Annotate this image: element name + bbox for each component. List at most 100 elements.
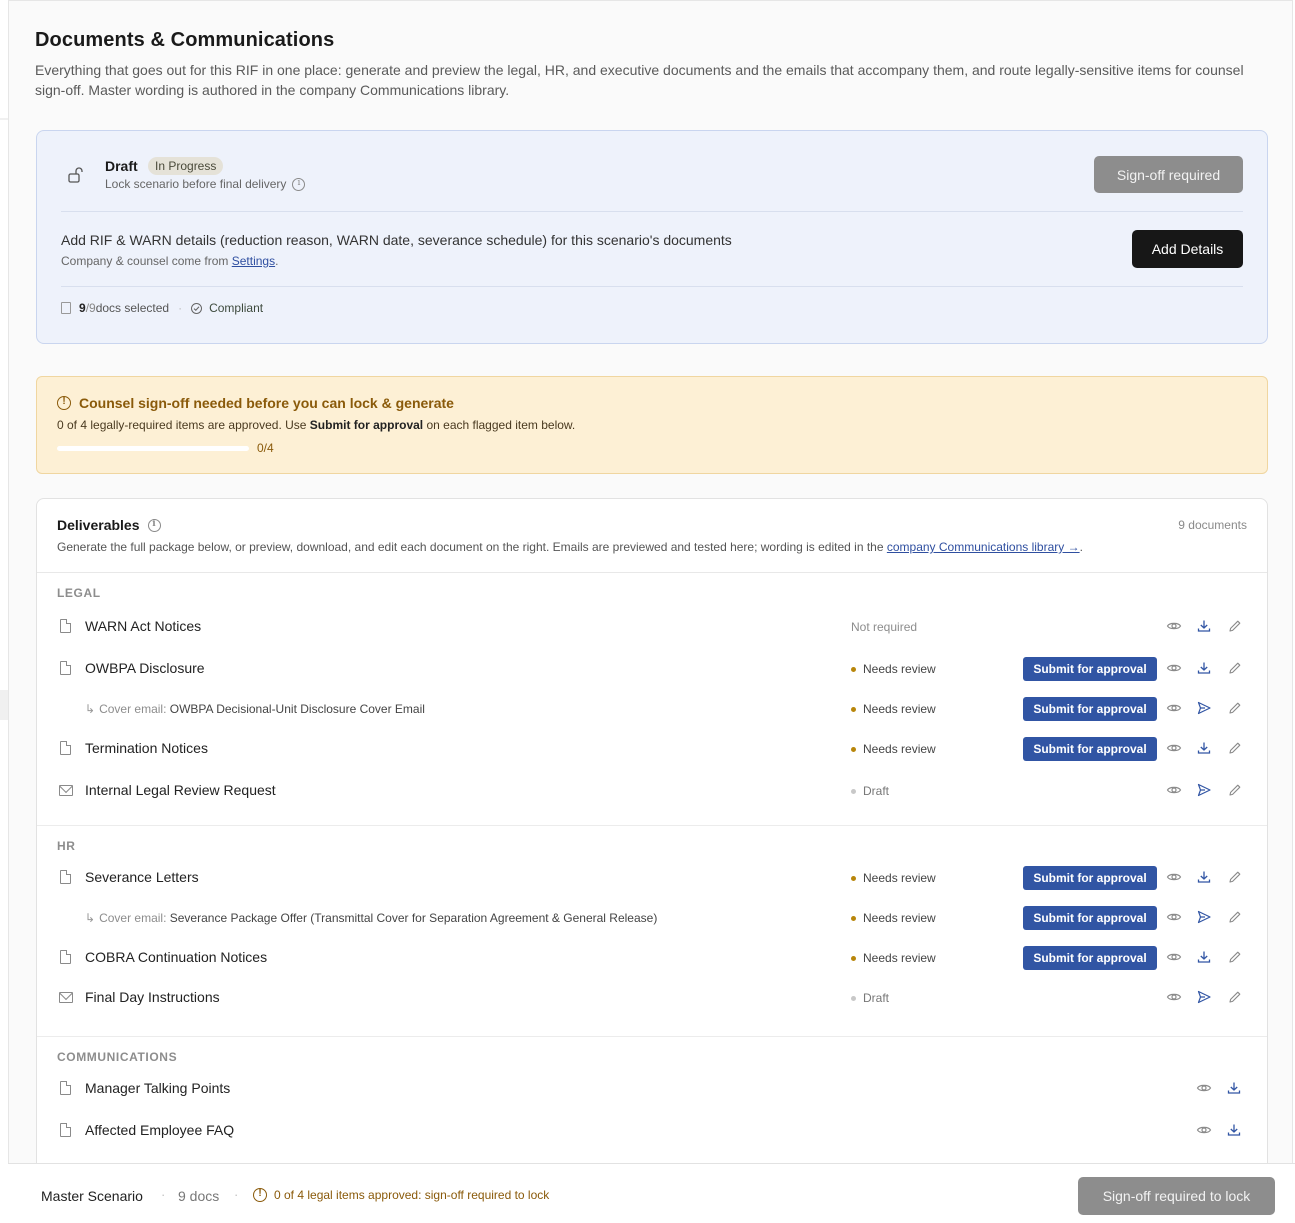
- send-icon[interactable]: [1196, 989, 1212, 1005]
- gutter-divider: [0, 118, 8, 120]
- eye-icon[interactable]: [1166, 909, 1182, 925]
- pencil-icon[interactable]: [1227, 869, 1243, 885]
- download-icon[interactable]: [1196, 740, 1212, 756]
- send-icon[interactable]: [1196, 782, 1212, 798]
- cover-email-row[interactable]: ↳ Cover email: Severance Package Offer (T…: [37, 898, 1267, 938]
- deliverable-name: Manager Talking Points: [85, 1080, 231, 1096]
- eye-icon[interactable]: [1166, 700, 1182, 716]
- download-icon[interactable]: [1196, 869, 1212, 885]
- warning-text-suffix: on each flagged item below.: [423, 418, 576, 432]
- download-icon[interactable]: [1196, 618, 1212, 634]
- send-icon[interactable]: [1196, 700, 1212, 716]
- warning-text-bold: Submit for approval: [309, 418, 424, 432]
- send-icon[interactable]: [1196, 909, 1212, 925]
- pencil-icon[interactable]: [1227, 989, 1243, 1005]
- pencil-icon[interactable]: [1227, 949, 1243, 965]
- settings-link[interactable]: Settings: [232, 254, 275, 268]
- deliverable-name: Affected Employee FAQ: [85, 1122, 235, 1138]
- deliverable-row[interactable]: Manager Talking Points: [37, 1069, 1267, 1109]
- section-communications: COMMUNICATIONS Manager Talking Points Affe…: [37, 1036, 1267, 1138]
- details-sub-suffix: .: [275, 254, 279, 268]
- review-status: Needs review: [851, 742, 936, 756]
- document-icon: [60, 870, 71, 884]
- review-status-text: Needs review: [863, 871, 936, 885]
- status-dot: [851, 875, 856, 881]
- pencil-icon[interactable]: [1227, 782, 1243, 798]
- eye-icon[interactable]: [1166, 869, 1182, 885]
- deliverables-title-text: Deliverables: [57, 517, 140, 533]
- page-content: Documents & Communications Everything th…: [8, 0, 1293, 1223]
- signoff-required-to-lock-button[interactable]: Sign-off required to lock: [1078, 1177, 1275, 1215]
- pencil-icon[interactable]: [1227, 740, 1243, 756]
- deliverables-description: Generate the full package below, or prev…: [57, 540, 1083, 554]
- info-icon[interactable]: [147, 518, 161, 532]
- pencil-icon[interactable]: [1227, 618, 1243, 634]
- eye-icon[interactable]: [1166, 660, 1182, 676]
- eye-icon[interactable]: [1196, 1122, 1212, 1138]
- submit-for-approval-button[interactable]: Submit for approval: [1023, 906, 1157, 930]
- signoff-required-button[interactable]: Sign-off required: [1094, 156, 1243, 193]
- communications-library-link[interactable]: company Communications library →: [887, 540, 1080, 554]
- review-status-text: Needs review: [863, 702, 936, 716]
- status-dot: [851, 666, 856, 672]
- deliverable-name: OWBPA Disclosure: [85, 660, 205, 676]
- deliverable-row[interactable]: Severance Letters Needs review Submit for …: [37, 858, 1267, 898]
- lock-hint-text: Lock scenario before final delivery: [105, 177, 287, 191]
- deliverable-row[interactable]: COBRA Continuation Notices Needs review Su…: [37, 938, 1267, 978]
- compliance-status: Compliant: [209, 301, 264, 315]
- page-title: Documents & Communications: [35, 29, 335, 51]
- cover-email-name: OWBPA Decisional-Unit Disclosure Cover E…: [169, 702, 425, 716]
- submit-for-approval-button[interactable]: Submit for approval: [1023, 737, 1157, 761]
- deliverable-row[interactable]: Affected Employee FAQ: [37, 1111, 1267, 1151]
- submit-for-approval-button[interactable]: Submit for approval: [1023, 866, 1157, 890]
- separator-dot: ·: [178, 301, 183, 315]
- document-icon: [60, 950, 71, 964]
- signoff-warning-banner: Counsel sign-off needed before you can l…: [36, 376, 1268, 474]
- status-dot: [851, 788, 856, 794]
- section-hr: HR Severance Letters Needs review Submit fo…: [37, 825, 1267, 1005]
- download-icon[interactable]: [1226, 1080, 1242, 1096]
- deliverables-desc-suffix: .: [1079, 540, 1083, 554]
- pencil-icon[interactable]: [1227, 909, 1243, 925]
- review-status: Draft: [851, 991, 889, 1005]
- eye-icon[interactable]: [1166, 618, 1182, 634]
- pencil-icon[interactable]: [1227, 660, 1243, 676]
- download-icon[interactable]: [1196, 660, 1212, 676]
- submit-for-approval-button[interactable]: Submit for approval: [1023, 657, 1157, 681]
- cover-email-prefix: Cover email:: [99, 702, 170, 716]
- submit-for-approval-button[interactable]: Submit for approval: [1023, 946, 1157, 970]
- deliverable-row[interactable]: Termination Notices Needs review Submit fo…: [37, 729, 1267, 769]
- lock-open-icon: [67, 166, 85, 184]
- deliverable-name: COBRA Continuation Notices: [85, 949, 268, 965]
- separator-dot: ·: [234, 1187, 239, 1202]
- deliverable-name: WARN Act Notices: [85, 618, 202, 634]
- eye-icon[interactable]: [1166, 949, 1182, 965]
- alert-circle-icon: [253, 1188, 267, 1202]
- deliverable-row[interactable]: OWBPA Disclosure Needs review Submit for a…: [37, 649, 1267, 689]
- review-status: Draft: [851, 784, 889, 798]
- subitem-arrow-icon: ↳: [85, 702, 96, 716]
- review-status-text: Draft: [863, 784, 890, 798]
- review-status: Needs review: [851, 911, 936, 925]
- cover-email-row[interactable]: ↳ Cover email: OWBPA Decisional-Unit Disc…: [37, 689, 1267, 729]
- rif-details-prompt: Add RIF & WARN details (reduction reason…: [61, 213, 1243, 287]
- eye-icon[interactable]: [1196, 1080, 1212, 1096]
- deliverable-row[interactable]: WARN Act Notices Not required: [37, 607, 1267, 647]
- status-dot: [851, 915, 856, 921]
- submit-for-approval-button[interactable]: Submit for approval: [1023, 697, 1157, 721]
- deliverable-name: Termination Notices: [85, 740, 208, 756]
- eye-icon[interactable]: [1166, 989, 1182, 1005]
- mail-icon: [59, 785, 73, 796]
- info-icon[interactable]: [292, 177, 306, 191]
- eye-icon[interactable]: [1166, 740, 1182, 756]
- deliverable-row[interactable]: Final Day Instructions Draft: [37, 978, 1267, 1018]
- download-icon[interactable]: [1226, 1122, 1242, 1138]
- review-status: Not required: [851, 620, 917, 634]
- cover-email-name: Severance Package Offer (Transmittal Cov…: [169, 911, 658, 925]
- eye-icon[interactable]: [1166, 782, 1182, 798]
- add-details-button[interactable]: Add Details: [1132, 230, 1243, 268]
- scenario-status-card: Draft In Progress Lock scenario before f…: [36, 130, 1268, 344]
- deliverable-row[interactable]: Internal Legal Review Request Draft: [37, 771, 1267, 811]
- pencil-icon[interactable]: [1227, 700, 1243, 716]
- download-icon[interactable]: [1196, 949, 1212, 965]
